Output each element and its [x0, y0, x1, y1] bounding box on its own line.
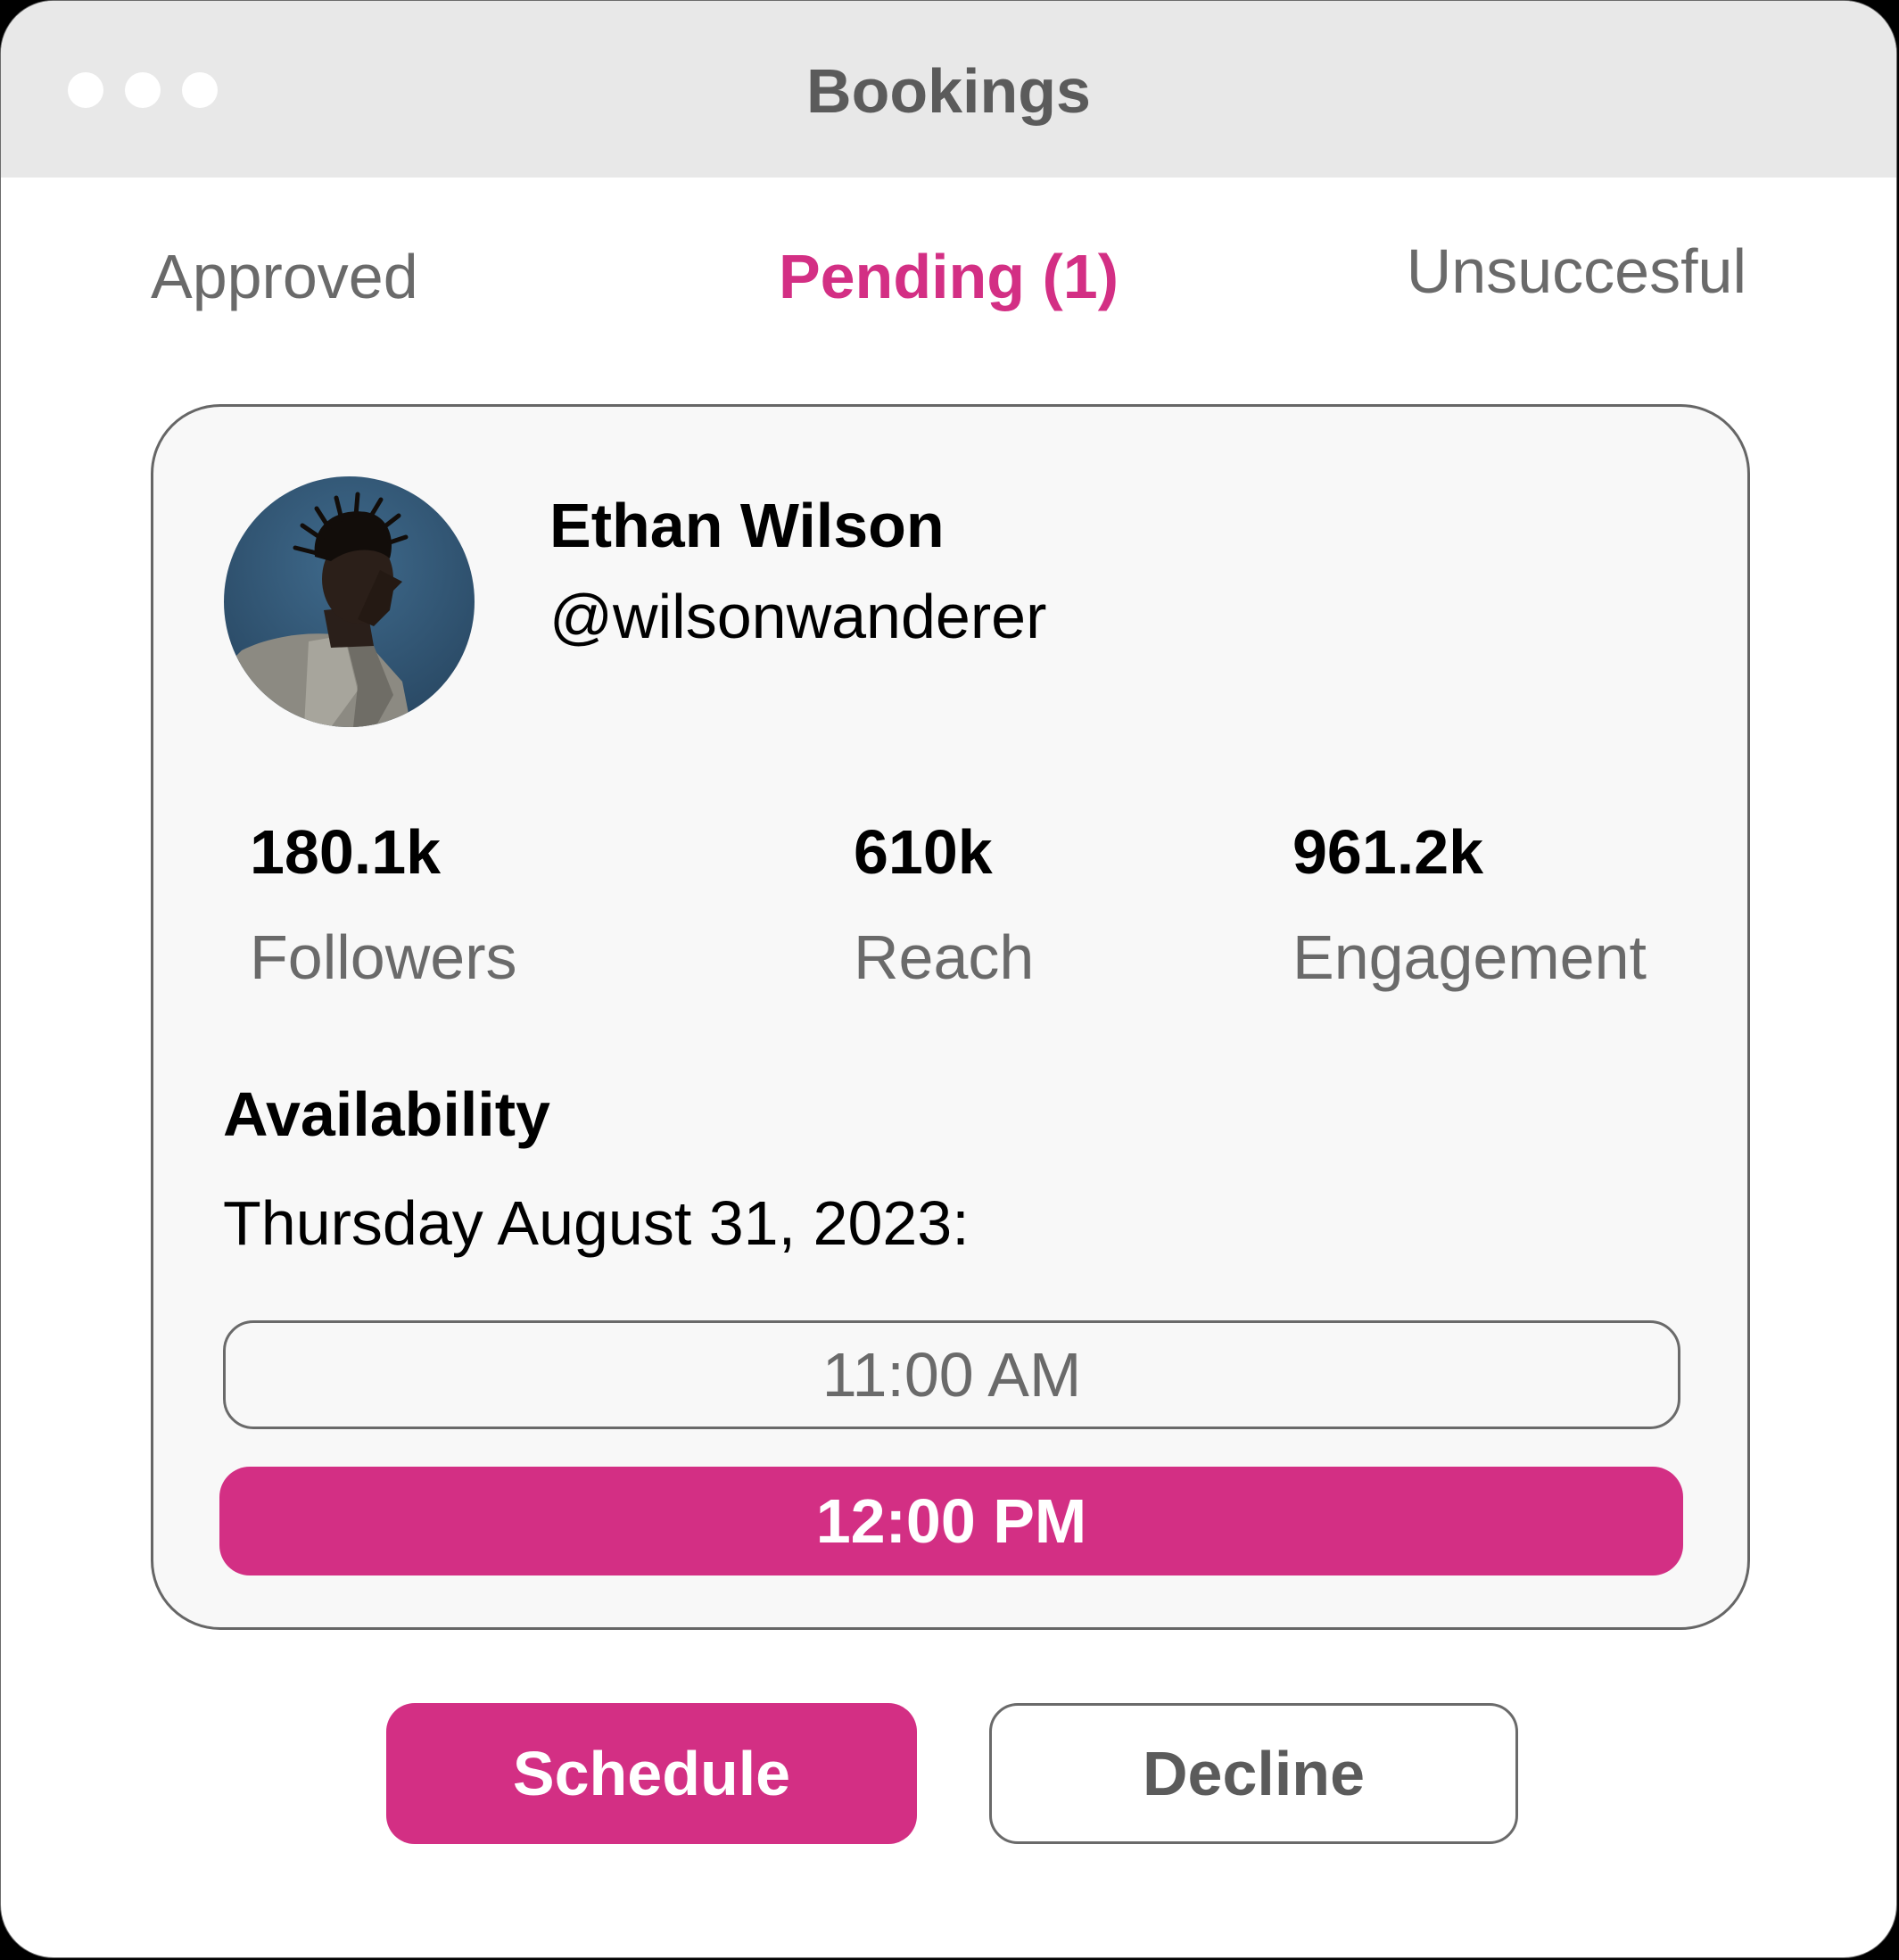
- profile-handle: @wilsonwanderer: [549, 582, 1047, 651]
- avatar: [224, 476, 475, 727]
- decline-button[interactable]: Decline: [989, 1703, 1518, 1844]
- stat-value: 610k: [854, 817, 993, 887]
- availability-date: Thursday August 31, 2023:: [223, 1188, 970, 1258]
- stat-reach: 610k Reach: [854, 815, 1034, 994]
- availability-heading: Availability: [223, 1079, 550, 1149]
- time-slot-selected[interactable]: 12:00 PM: [219, 1467, 1683, 1575]
- stat-value: 180.1k: [250, 817, 442, 887]
- time-slot-option[interactable]: 11:00 AM: [223, 1320, 1680, 1429]
- booking-card: Ethan Wilson @wilsonwanderer 180.1k Foll…: [151, 404, 1750, 1630]
- stat-followers: 180.1k Followers: [250, 815, 517, 994]
- bookings-window: Bookings Approved Pending (1) Unsuccesfu…: [0, 0, 1897, 1958]
- stat-value: 961.2k: [1292, 817, 1484, 887]
- stat-label: Reach: [854, 922, 1035, 992]
- stat-label: Followers: [250, 922, 517, 992]
- tab-unsuccessful[interactable]: Unsuccesful: [1407, 235, 1746, 308]
- profile-name: Ethan Wilson: [549, 491, 945, 560]
- stat-engagement: 961.2k Engagement: [1292, 815, 1647, 994]
- title-bar: Bookings: [1, 1, 1896, 178]
- profile-photo-icon: [224, 476, 475, 727]
- window-title: Bookings: [806, 56, 1091, 126]
- stat-label: Engagement: [1292, 922, 1647, 992]
- schedule-button[interactable]: Schedule: [386, 1703, 917, 1844]
